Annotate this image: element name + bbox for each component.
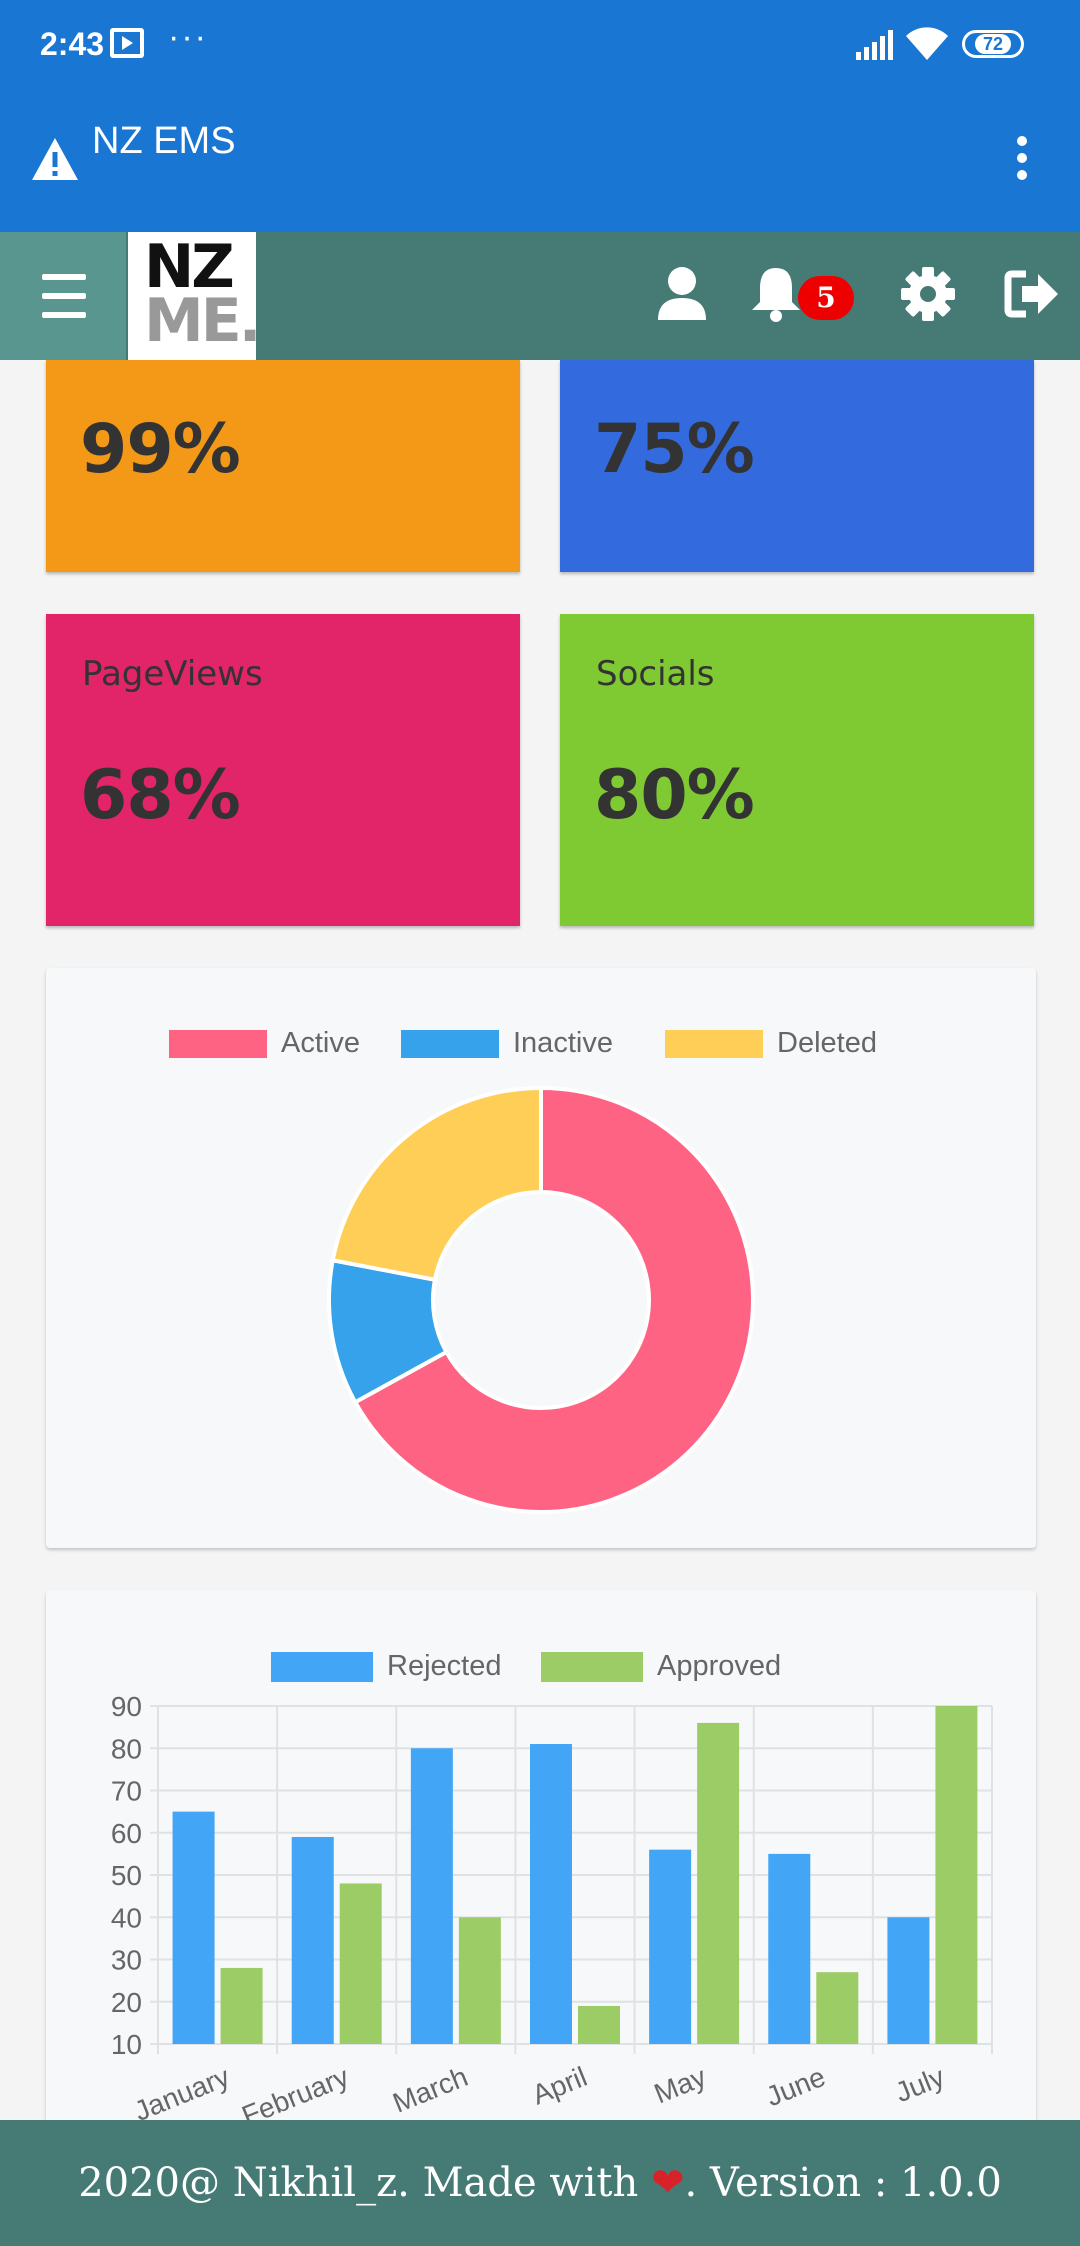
- stat-card-value: 75%: [594, 410, 755, 489]
- doughnut-chart: Active Inactive Deleted: [169, 1027, 877, 1514]
- stat-card-label: PageViews: [82, 654, 263, 694]
- overflow-menu-icon[interactable]: [1010, 136, 1034, 184]
- doughnut-slice-deleted[interactable]: [330, 1085, 543, 1283]
- bar-rejected-may[interactable]: [649, 1849, 692, 2044]
- stat-card-label: Socials: [596, 654, 715, 694]
- bar-chart-panel: Rejected Approved 90 80 70 60 50 40 30 20 10 Januar…: [46, 1590, 1036, 2150]
- stat-card-2: 75%: [560, 360, 1034, 572]
- footer-text-end: . Version : 1.0.0: [684, 2160, 1002, 2206]
- stat-card-value: 80%: [594, 756, 755, 835]
- bar-chart: Rejected Approved 90 80 70 60 50 40 30 20 10Januar…: [111, 1650, 993, 2120]
- bar-approved-april[interactable]: [578, 2005, 620, 2044]
- legend-label-inactive[interactable]: Inactive: [513, 1027, 613, 1059]
- stat-card-value: 68%: [80, 756, 241, 835]
- gear-icon[interactable]: [898, 264, 958, 324]
- x-tick-label: July: [891, 2061, 949, 2108]
- bar-rejected-april[interactable]: [530, 1744, 572, 2044]
- legend-swatch-deleted[interactable]: [665, 1030, 763, 1058]
- battery-level: 72: [974, 34, 1012, 54]
- logo-line-2: ME.: [144, 286, 262, 356]
- y-tick-label: 60: [111, 1818, 142, 1849]
- footer: 2020@ Nikhil_z. Made with ❤. Version : 1…: [0, 2120, 1080, 2246]
- legend-swatch-rejected[interactable]: [271, 1652, 373, 1682]
- bar-rejected-july[interactable]: [887, 1917, 930, 2044]
- legend-swatch-active[interactable]: [169, 1030, 267, 1058]
- y-tick-label: 10: [111, 2029, 142, 2060]
- x-tick-label: March: [388, 2061, 472, 2119]
- footer-text-start: 2020@ Nikhil_z. Made with: [78, 2160, 651, 2206]
- bar-rejected-june[interactable]: [768, 1853, 811, 2044]
- x-tick-label: February: [237, 2061, 353, 2120]
- bar-approved-may[interactable]: [697, 1722, 740, 2044]
- screen-cast-icon: [110, 28, 144, 58]
- y-tick-label: 30: [111, 1945, 142, 1976]
- legend-swatch-inactive[interactable]: [401, 1030, 499, 1058]
- wifi-icon: [906, 27, 948, 60]
- stat-card-1: 99%: [46, 360, 520, 572]
- legend-label-rejected[interactable]: Rejected: [387, 1650, 501, 1682]
- stat-card-value: 99%: [80, 410, 241, 489]
- battery-icon: 72: [962, 30, 1024, 58]
- y-tick-label: 40: [111, 1902, 142, 1933]
- legend-label-active[interactable]: Active: [281, 1027, 360, 1059]
- signal-icon: [856, 30, 893, 60]
- app-bar: NZ EMS: [0, 88, 1080, 232]
- doughnut-chart-panel: Active Inactive Deleted: [46, 968, 1036, 1548]
- bar-rejected-january[interactable]: [172, 1811, 215, 2044]
- logo: NZ ME.: [128, 232, 262, 360]
- x-tick-label: April: [528, 2061, 592, 2111]
- y-tick-label: 80: [111, 1733, 142, 1764]
- logout-icon[interactable]: [1002, 264, 1062, 324]
- x-tick-label: May: [650, 2061, 711, 2110]
- nav-bar: NZ ME. 5: [0, 232, 1080, 360]
- x-tick-label: January: [130, 2061, 234, 2120]
- bar-approved-february[interactable]: [339, 1883, 382, 2044]
- legend-label-approved[interactable]: Approved: [657, 1650, 781, 1682]
- app-title: NZ EMS: [92, 120, 236, 162]
- bar-rejected-february[interactable]: [291, 1836, 334, 2044]
- stat-card-socials: Socials 80%: [560, 614, 1034, 926]
- status-bar: 2:43 ··· 72: [0, 0, 1080, 88]
- notification-badge: 5: [798, 276, 854, 320]
- status-time: 2:43: [40, 26, 105, 62]
- stat-card-pageviews: PageViews 68%: [46, 614, 520, 926]
- y-tick-label: 70: [111, 1776, 142, 1807]
- bar-approved-march[interactable]: [458, 1917, 501, 2044]
- y-tick-label: 50: [111, 1860, 142, 1891]
- bar-rejected-march[interactable]: [410, 1748, 453, 2044]
- bell-icon[interactable]: [746, 264, 806, 324]
- more-notifications-icon: ···: [168, 18, 208, 56]
- bar-approved-january[interactable]: [220, 1967, 263, 2044]
- bar-approved-july[interactable]: [935, 1706, 978, 2044]
- legend-label-deleted[interactable]: Deleted: [777, 1027, 877, 1059]
- y-tick-label: 90: [111, 1691, 142, 1722]
- heart-icon: ❤: [650, 2160, 685, 2206]
- y-tick-label: 20: [111, 1987, 142, 2018]
- x-tick-label: June: [762, 2061, 830, 2112]
- bar-approved-june[interactable]: [816, 1972, 859, 2044]
- hamburger-menu-button[interactable]: [0, 232, 126, 360]
- legend-swatch-approved[interactable]: [541, 1652, 643, 1682]
- user-icon[interactable]: [652, 264, 712, 324]
- warning-icon: [32, 138, 78, 180]
